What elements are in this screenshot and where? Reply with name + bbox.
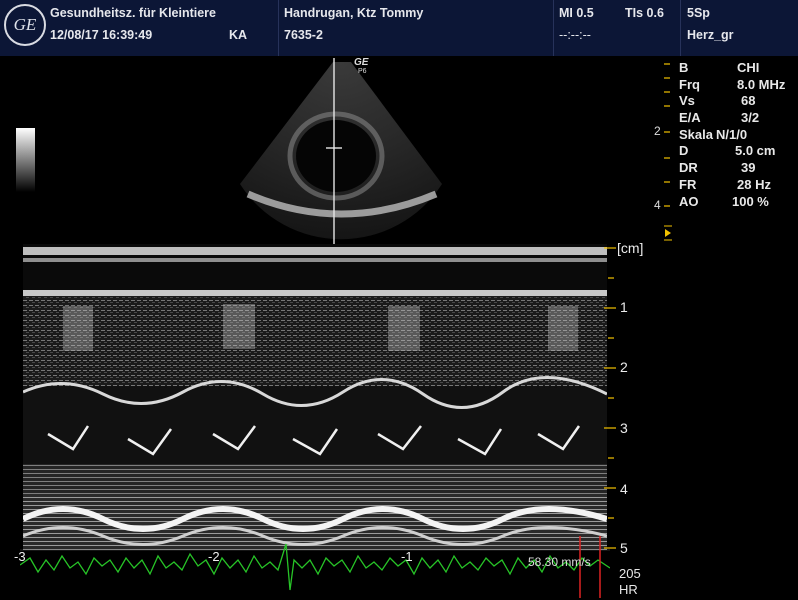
probe-model-label: P6 <box>358 68 367 75</box>
time-label: -3 <box>14 549 26 564</box>
thermal-index: TIs 0.6 <box>625 6 664 20</box>
depth-label: 5 <box>620 540 628 556</box>
heart-rate-value: 205 <box>619 566 641 581</box>
param-key: AO <box>679 193 699 209</box>
grayscale-bar <box>16 128 35 192</box>
depth-label: 2 <box>620 359 628 375</box>
param-key: DR <box>679 160 698 176</box>
param-key: Frq <box>679 76 700 92</box>
param-key: Vs <box>679 93 695 109</box>
depth-label: 4 <box>620 481 628 497</box>
sweep-speed: 58.30 mm/s <box>528 555 591 569</box>
logo-text: GE <box>13 15 37 34</box>
heart-chamber <box>296 120 376 192</box>
ecg-waveform <box>20 543 610 591</box>
param-value: 5.0 cm <box>735 143 776 159</box>
param-key: E/A <box>679 110 701 126</box>
ecg-trace <box>20 536 610 598</box>
time-label: -1 <box>401 549 413 564</box>
param-row: Frq 8.0 MHz <box>679 77 797 94</box>
operator-initials: KA <box>229 28 248 42</box>
heart-rate-label: HR <box>619 582 638 597</box>
sector-depth-label: 4 <box>654 198 661 212</box>
param-value: 39 <box>741 160 756 176</box>
time-label: -2 <box>208 549 220 564</box>
mechanical-index: MI 0.5 <box>559 6 594 20</box>
depth-label: 3 <box>620 420 628 436</box>
param-value: 100 % <box>732 193 769 209</box>
focus-marker-icon <box>665 229 671 237</box>
sector-depth-label: 2 <box>654 124 661 138</box>
param-row: E/A 3/2 <box>679 110 797 127</box>
param-row: D 5.0 cm <box>679 143 797 160</box>
patient-id: 7635-2 <box>284 28 323 42</box>
param-row: AO 100 % <box>679 194 797 211</box>
param-value: N/1/0 <box>716 126 748 142</box>
acquisition-params: B CHI Frq 8.0 MHz Vs 68 E/A 3/2 Skala N/1/0 D… <box>679 60 797 210</box>
param-row: DR 39 <box>679 160 797 177</box>
probe-name: 5Sp <box>687 6 710 20</box>
param-value: 8.0 MHz <box>737 76 786 92</box>
m-mode-trace[interactable] <box>23 244 607 550</box>
patient-name: Handrugan, Ktz Tommy <box>284 6 424 20</box>
param-row: B CHI <box>679 60 797 77</box>
header-divider <box>680 0 681 56</box>
param-value: 28 Hz <box>737 176 771 192</box>
param-value: 68 <box>741 93 756 109</box>
sector-depth-scale <box>664 63 672 241</box>
param-key: B <box>679 60 689 75</box>
header-divider <box>553 0 554 56</box>
chest-wall-region <box>23 296 607 386</box>
probe-brand-label: GE <box>354 57 369 68</box>
param-key: FR <box>679 176 697 192</box>
exam-timer: --:--:-- <box>559 28 591 42</box>
param-value: 3/2 <box>741 110 760 126</box>
param-row: Vs 68 <box>679 93 797 110</box>
clinic-name: Gesundheitsz. für Kleintiere <box>50 6 217 20</box>
sector-image[interactable] <box>236 56 446 246</box>
param-row: FR 28 Hz <box>679 177 797 194</box>
m-mode-depth-scale <box>604 247 616 549</box>
preset-name: Herz_gr <box>687 28 734 42</box>
param-value: CHI <box>737 60 760 75</box>
param-key: D <box>679 143 689 159</box>
depth-unit-label: [cm] <box>617 240 644 256</box>
param-key: Skala <box>679 126 713 142</box>
depth-label: 1 <box>620 299 628 315</box>
exam-datetime: 12/08/17 16:39:49 <box>50 28 153 42</box>
ge-logo: GE <box>4 4 46 46</box>
header-divider <box>278 0 279 56</box>
near-field-band <box>23 247 607 255</box>
param-row: Skala N/1/0 <box>679 127 797 144</box>
header-bar: GE Gesundheitsz. für Kleintiere 12/08/17… <box>0 0 798 56</box>
